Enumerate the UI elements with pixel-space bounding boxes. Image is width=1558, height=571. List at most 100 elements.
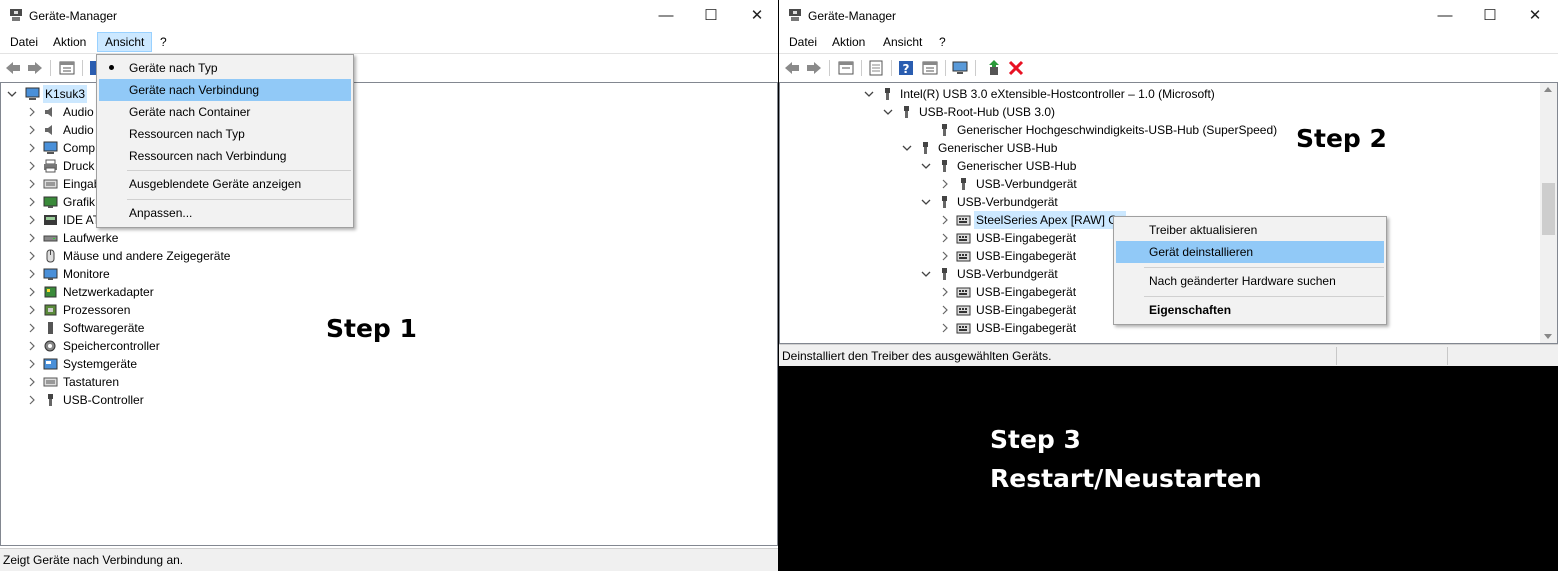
tree-node-label: Netzwerkadapter xyxy=(63,285,154,299)
menu-item-treiber-aktualisieren[interactable]: Treiber aktualisieren xyxy=(1116,219,1384,241)
back-arrow-icon[interactable] xyxy=(783,59,801,77)
scrollbar-thumb[interactable] xyxy=(1542,183,1555,235)
left-title-bar[interactable]: Geräte-Manager — ☐ ✕ xyxy=(0,0,778,32)
usb-icon xyxy=(923,142,928,154)
menu-item-geraete-nach-typ[interactable]: Geräte nach Typ xyxy=(99,57,351,79)
system-device-icon xyxy=(43,358,58,370)
document-icon[interactable] xyxy=(867,59,885,77)
tree-node-label: Grafik xyxy=(63,195,96,209)
toolbar-separator xyxy=(945,60,946,76)
menu-help[interactable]: ? xyxy=(932,33,953,51)
chevron-right-icon[interactable] xyxy=(940,319,950,337)
menu-item-ressourcen-nach-typ[interactable]: Ressourcen nach Typ xyxy=(99,123,351,145)
menu-help[interactable]: ? xyxy=(153,33,174,51)
menu-item-geraete-nach-verbindung[interactable]: Geräte nach Verbindung xyxy=(99,79,351,101)
status-divider xyxy=(1447,347,1448,365)
chevron-down-icon[interactable] xyxy=(921,265,931,283)
ansicht-menu: Geräte nach Typ Geräte nach Verbindung G… xyxy=(96,54,354,228)
chevron-right-icon[interactable] xyxy=(940,175,950,193)
properties-sheet-icon[interactable] xyxy=(921,59,939,77)
menu-item-eigenschaften[interactable]: Eigenschaften xyxy=(1116,299,1384,321)
right-title-bar[interactable]: Geräte-Manager — ☐ ✕ xyxy=(779,0,1558,32)
update-driver-icon[interactable] xyxy=(985,59,1003,77)
menu-item-nach-hardware-suchen[interactable]: Nach geänderter Hardware suchen xyxy=(1116,270,1384,292)
chevron-right-icon[interactable] xyxy=(940,247,950,265)
chevron-right-icon[interactable] xyxy=(27,355,37,373)
tree-node-label: Prozessoren xyxy=(63,303,131,317)
cpu-icon xyxy=(44,304,57,316)
chevron-right-icon[interactable] xyxy=(27,211,37,229)
chevron-right-icon[interactable] xyxy=(940,229,950,247)
minimize-button[interactable]: — xyxy=(1422,0,1468,32)
menu-item-label: Ausgeblendete Geräte anzeigen xyxy=(129,177,302,191)
chevron-right-icon[interactable] xyxy=(27,391,37,409)
chevron-right-icon[interactable] xyxy=(27,247,37,265)
chevron-right-icon[interactable] xyxy=(27,175,37,193)
ide-icon xyxy=(44,215,57,225)
chevron-right-icon[interactable] xyxy=(27,301,37,319)
menu-item-geraet-deinstallieren[interactable]: Gerät deinstallieren xyxy=(1116,241,1384,263)
chevron-right-icon[interactable] xyxy=(27,337,37,355)
chevron-right-icon[interactable] xyxy=(940,301,950,319)
right-toolbar: ? xyxy=(779,53,1558,83)
chevron-down-icon[interactable] xyxy=(7,85,17,103)
chevron-right-icon[interactable] xyxy=(27,193,37,211)
tree-node-label: USB-Verbundgerät xyxy=(976,177,1077,191)
chevron-right-icon[interactable] xyxy=(940,211,950,229)
menu-datei[interactable]: Datei xyxy=(782,33,824,51)
tree-node-label: USB-Eingabegerät xyxy=(976,285,1077,299)
uninstall-x-icon[interactable] xyxy=(1007,59,1025,77)
chevron-right-icon[interactable] xyxy=(27,319,37,337)
menu-aktion[interactable]: Aktion xyxy=(46,33,93,51)
scroll-down-arrow[interactable] xyxy=(1544,334,1552,339)
help-icon[interactable]: ? xyxy=(897,59,915,77)
menu-item-geraete-nach-container[interactable]: Geräte nach Container xyxy=(99,101,351,123)
close-button[interactable]: ✕ xyxy=(1512,0,1558,32)
scroll-up-arrow[interactable] xyxy=(1544,87,1552,92)
tree-node-label: Druck xyxy=(63,159,95,173)
step-3-label: Step 3 xyxy=(990,425,1081,454)
chevron-down-icon[interactable] xyxy=(921,193,931,211)
forward-arrow-icon[interactable] xyxy=(805,59,823,77)
menu-item-ausgeblendete-geraete[interactable]: Ausgeblendete Geräte anzeigen xyxy=(99,173,351,195)
menu-item-label: Geräte nach Verbindung xyxy=(129,83,260,97)
chevron-down-icon[interactable] xyxy=(883,103,893,121)
maximize-button[interactable]: ☐ xyxy=(688,0,734,32)
menu-datei[interactable]: Datei xyxy=(3,33,45,51)
tree-node-label: USB-Eingabegerät xyxy=(976,303,1077,317)
left-status-text: Zeigt Geräte nach Verbindung an. xyxy=(3,553,184,567)
menu-item-anpassen[interactable]: Anpassen... xyxy=(99,202,351,224)
chevron-right-icon[interactable] xyxy=(27,373,37,391)
menu-item-ressourcen-nach-verbindung[interactable]: Ressourcen nach Verbindung xyxy=(99,145,351,167)
chevron-right-icon[interactable] xyxy=(27,103,37,121)
chevron-down-icon[interactable] xyxy=(864,85,874,103)
minimize-button[interactable]: — xyxy=(643,0,689,32)
chevron-down-icon[interactable] xyxy=(902,139,912,157)
chevron-right-icon[interactable] xyxy=(27,157,37,175)
menu-ansicht[interactable]: Ansicht xyxy=(97,32,153,52)
forward-arrow-icon[interactable] xyxy=(26,59,44,77)
chevron-right-icon[interactable] xyxy=(27,265,37,283)
chevron-right-icon[interactable] xyxy=(27,139,37,157)
tree-node-label: Generischer USB-Hub xyxy=(938,141,1058,155)
scan-hardware-icon[interactable] xyxy=(951,59,969,77)
speaker-icon xyxy=(45,125,52,135)
usb-icon xyxy=(904,106,909,118)
chevron-down-icon[interactable] xyxy=(921,157,931,175)
chevron-right-icon[interactable] xyxy=(27,283,37,301)
menu-aktion[interactable]: Aktion xyxy=(825,33,872,51)
chevron-right-icon[interactable] xyxy=(27,121,37,139)
properties-icon[interactable] xyxy=(837,59,855,77)
toolbar-separator xyxy=(50,60,51,76)
menu-ansicht[interactable]: Ansicht xyxy=(876,33,929,51)
back-arrow-icon[interactable] xyxy=(4,59,22,77)
chevron-right-icon[interactable] xyxy=(27,229,37,247)
properties-icon[interactable] xyxy=(58,59,76,77)
maximize-button[interactable]: ☐ xyxy=(1467,0,1513,32)
tree-node-label: Intel(R) USB 3.0 eXtensible-Hostcontroll… xyxy=(900,87,1215,101)
close-button[interactable]: ✕ xyxy=(734,0,778,32)
vertical-scrollbar[interactable] xyxy=(1540,83,1557,343)
tree-node-label: Audio xyxy=(63,105,94,119)
menu-item-label: Ressourcen nach Typ xyxy=(129,127,245,141)
chevron-right-icon[interactable] xyxy=(940,283,950,301)
